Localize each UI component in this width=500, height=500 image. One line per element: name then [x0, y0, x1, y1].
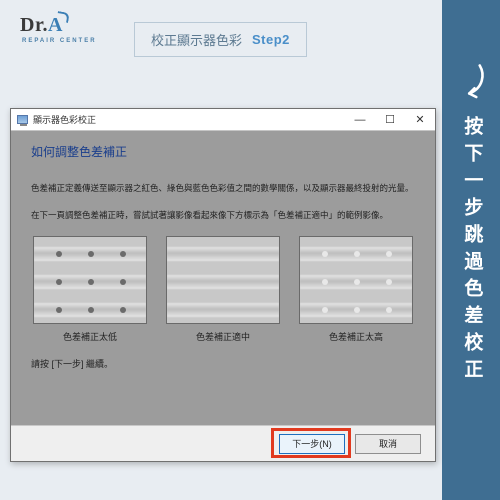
sample-mid-caption: 色差補正適中: [196, 330, 250, 343]
cancel-button[interactable]: 取消: [355, 434, 421, 454]
minimize-button[interactable]: —: [345, 109, 375, 130]
gamma-samples: 色差補正太低 色差補正適中 色差補正太高: [33, 236, 413, 343]
sample-low-image: [33, 236, 147, 324]
window-controls: — ☐ ✕: [345, 109, 435, 130]
window-footer: 下一步(N) 取消: [11, 425, 435, 461]
step-badge: 校正顯示器色彩 Step2: [134, 22, 307, 57]
sample-low: 色差補正太低: [33, 236, 147, 343]
calibration-window: 顯示器色彩校正 — ☐ ✕ 如何調整色差補正 色差補正定義傳送至顯示器之紅色、綠…: [10, 108, 436, 462]
content-heading: 如何調整色差補正: [31, 143, 415, 160]
brand-logo: Dr.A: [20, 14, 63, 37]
close-button[interactable]: ✕: [405, 109, 435, 130]
window-title: 顯示器色彩校正: [33, 113, 96, 126]
sample-high: 色差補正太高: [299, 236, 413, 343]
sample-mid: 色差補正適中: [166, 236, 280, 343]
maximize-button[interactable]: ☐: [375, 109, 405, 130]
paragraph-1: 色差補正定義傳送至顯示器之紅色、綠色與藍色色彩值之間的數學關係，以及顯示器最終投…: [31, 182, 415, 195]
paragraph-2: 在下一頁調整色差補正時，嘗試試著讓影像看起來像下方標示為「色差補正適中」的範例影…: [31, 209, 415, 222]
curved-arrow-icon: [453, 62, 489, 104]
next-button[interactable]: 下一步(N): [279, 434, 345, 454]
hint-text: 請按 [下一步] 繼續。: [31, 357, 415, 370]
sample-high-image: [299, 236, 413, 324]
strip-text: 按下一步跳過色差校正: [460, 116, 483, 386]
sample-low-caption: 色差補正太低: [63, 330, 117, 343]
logo-prefix: Dr.: [20, 14, 48, 36]
logo-subtitle: REPAIR CENTER: [22, 38, 97, 44]
badge-title: 校正顯示器色彩: [151, 30, 242, 49]
monitor-icon: [17, 115, 28, 124]
side-strip: 按下一步跳過色差校正: [442, 0, 500, 500]
badge-step: Step2: [252, 32, 290, 47]
window-content: 如何調整色差補正 色差補正定義傳送至顯示器之紅色、綠色與藍色色彩值之間的數學關係…: [11, 131, 435, 425]
sample-high-caption: 色差補正太高: [329, 330, 383, 343]
sample-mid-image: [166, 236, 280, 324]
titlebar[interactable]: 顯示器色彩校正 — ☐ ✕: [11, 109, 435, 131]
logo-accent: A: [48, 14, 63, 36]
